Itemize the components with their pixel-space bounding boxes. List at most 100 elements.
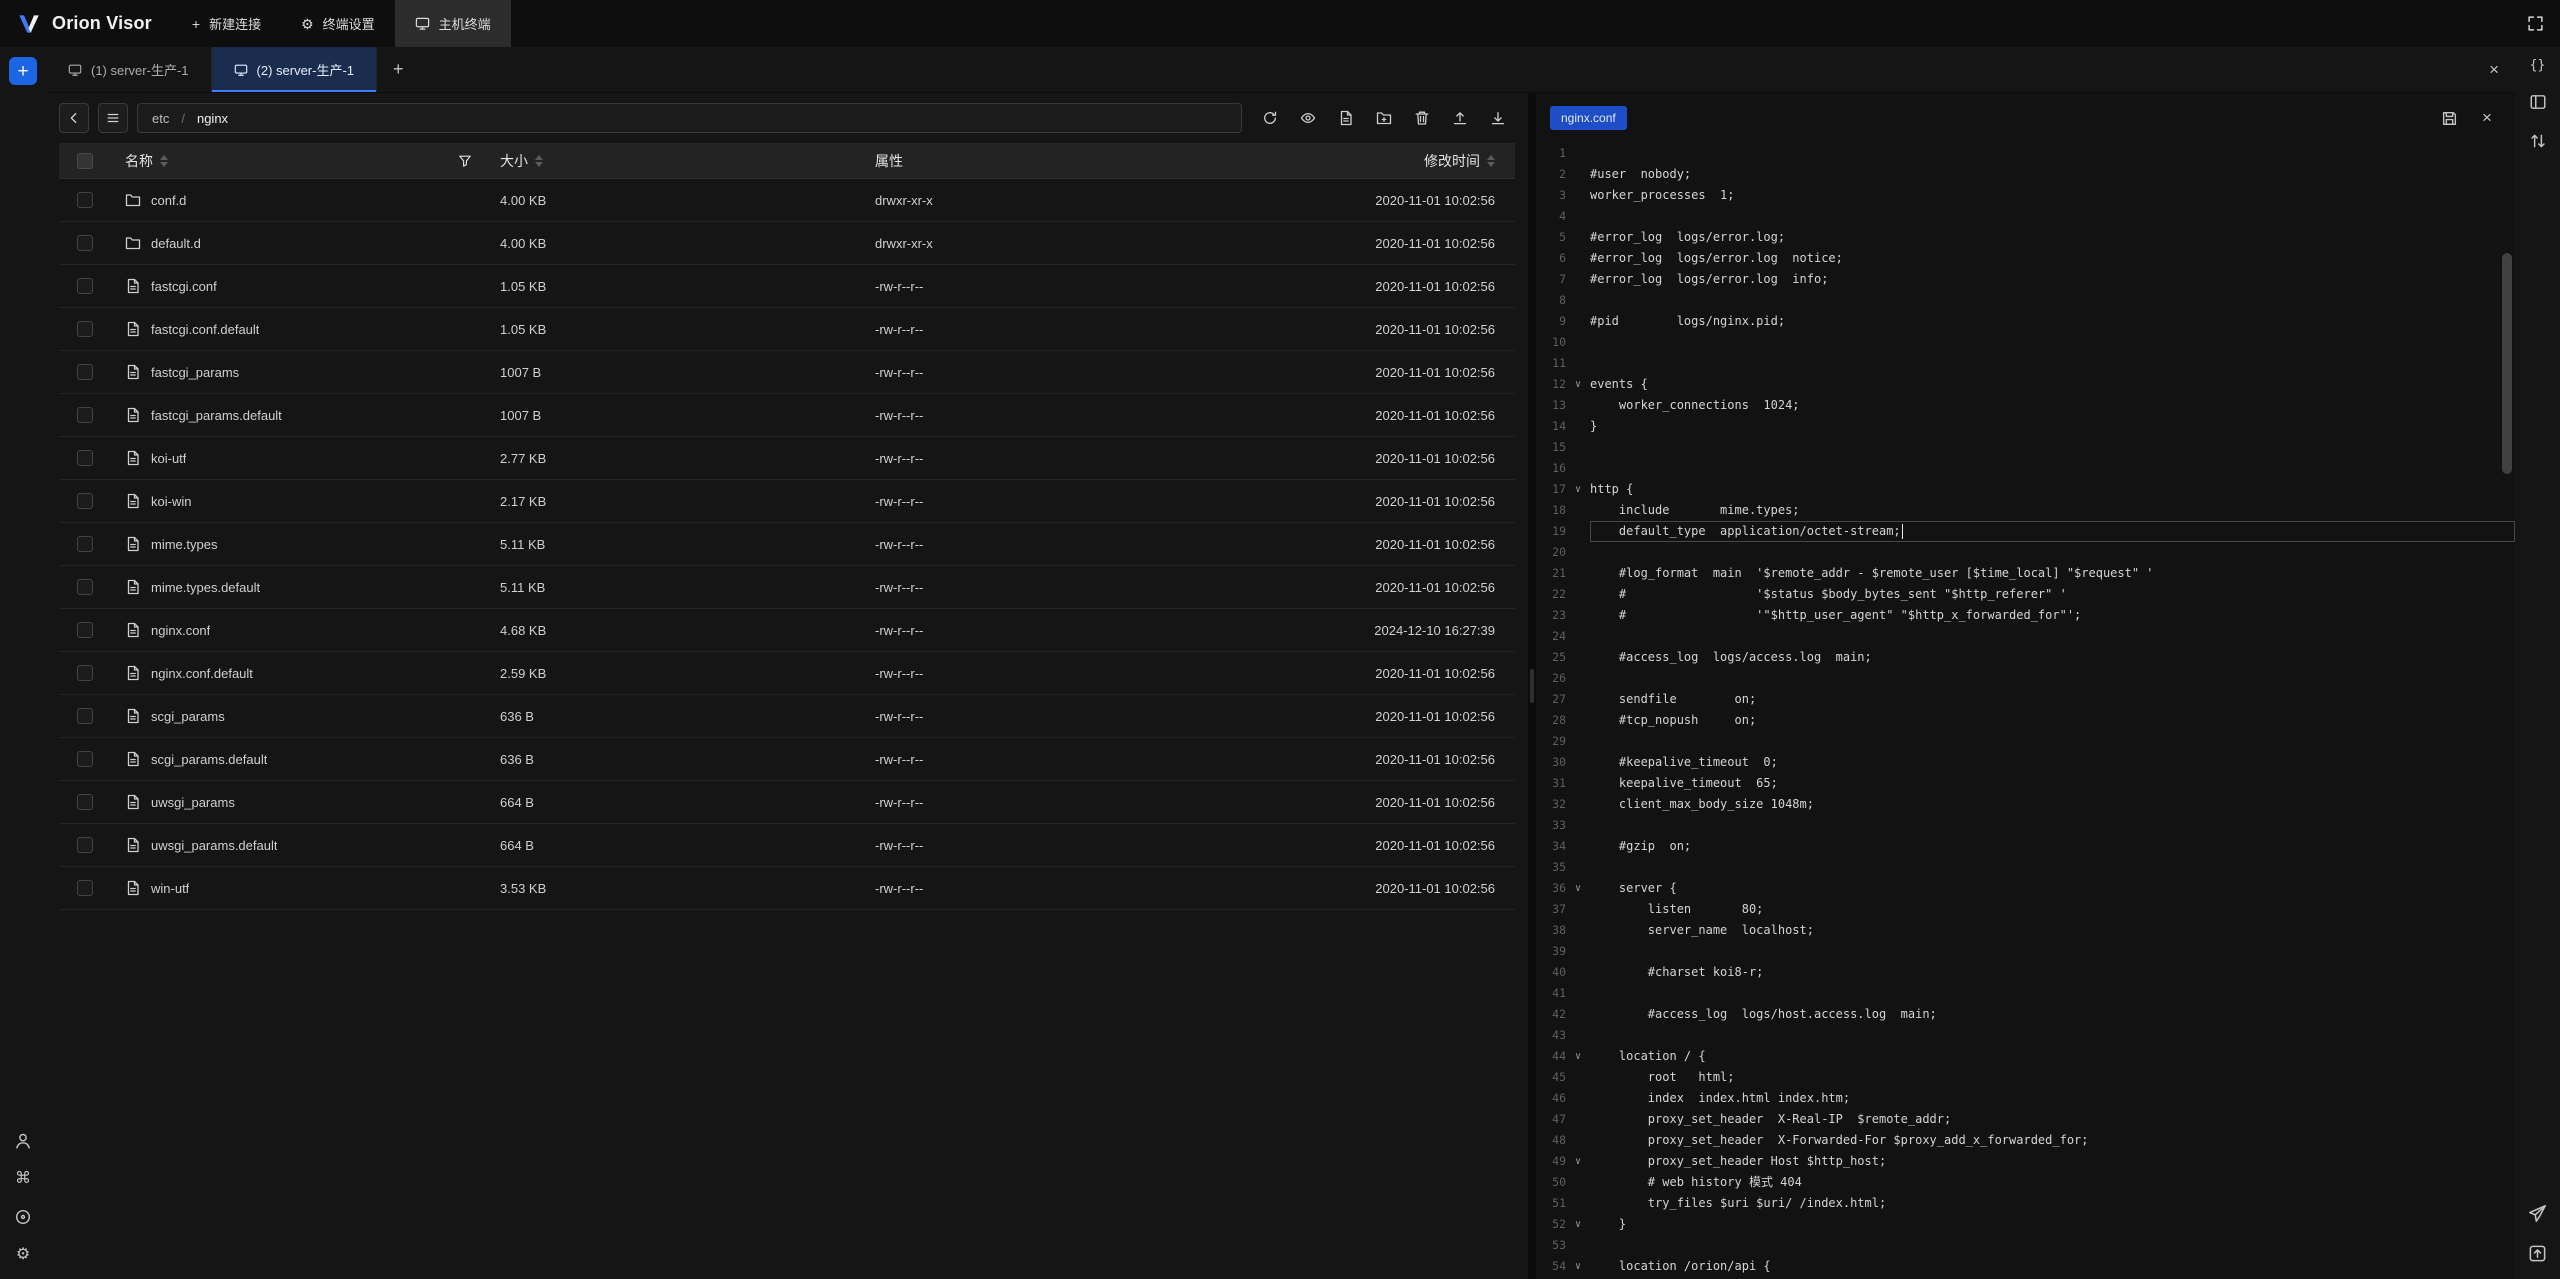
code-text[interactable] [1590,353,2515,374]
code-line[interactable]: 23 # '"$http_user_agent" "$http_x_forwar… [1536,605,2515,626]
code-line[interactable]: 25 #access_log logs/access.log main; [1536,647,2515,668]
column-header-size[interactable]: 大小 [486,151,861,171]
code-line[interactable]: 28 #tcp_nopush on; [1536,710,2515,731]
file-name[interactable]: fastcgi_params [151,365,239,380]
code-line[interactable]: 31 keepalive_timeout 65; [1536,773,2515,794]
code-text[interactable] [1590,668,2515,689]
code-text[interactable] [1590,458,2515,479]
code-line[interactable]: 47 proxy_set_header X-Real-IP $remote_ad… [1536,1109,2515,1130]
code-text[interactable]: #charset koi8-r; [1590,962,2515,983]
code-text[interactable]: #error_log logs/error.log notice; [1590,248,2515,269]
code-line[interactable]: 3worker_processes 1; [1536,185,2515,206]
editor-file-tab[interactable]: nginx.conf [1550,106,1627,130]
code-text[interactable]: #error_log logs/error.log; [1590,227,2515,248]
code-line[interactable]: 30 #keepalive_timeout 0; [1536,752,2515,773]
save-icon[interactable] [2435,104,2463,132]
file-name[interactable]: scgi_params.default [151,752,267,767]
code-text[interactable]: index index.html index.htm; [1590,1088,2515,1109]
menu-terminal-settings[interactable]: ⚙ 终端设置 [281,0,395,47]
code-text[interactable] [1590,143,2515,164]
row-checkbox[interactable] [77,579,93,595]
code-text[interactable]: include mime.types; [1590,500,2515,521]
code-text[interactable]: } [1590,1214,2515,1235]
code-line[interactable]: 42 #access_log logs/host.access.log main… [1536,1004,2515,1025]
code-text[interactable]: #pid logs/nginx.pid; [1590,311,2515,332]
code-line[interactable]: 33 [1536,815,2515,836]
file-name[interactable]: fastcgi_params.default [151,408,282,423]
code-text[interactable]: #access_log logs/host.access.log main; [1590,1004,2515,1025]
file-row[interactable]: uwsgi_params.default 664 B -rw-r--r-- 20… [59,824,1515,867]
code-text[interactable]: #user nobody; [1590,164,2515,185]
file-name[interactable]: koi-win [151,494,191,509]
file-row[interactable]: fastcgi.conf.default 1.05 KB -rw-r--r-- … [59,308,1515,351]
row-checkbox[interactable] [77,407,93,423]
code-line[interactable]: 43 [1536,1025,2515,1046]
code-text[interactable]: server { [1590,878,2515,899]
fold-chevron-icon[interactable]: ∨ [1566,1052,1590,1062]
code-text[interactable]: server_name localhost; [1590,920,2515,941]
code-text[interactable]: proxy_set_header X-Forwarded-For $proxy_… [1590,1130,2515,1151]
sort-carets-icon[interactable] [160,155,168,167]
editor-scrollbar-thumb[interactable] [2502,253,2512,474]
close-editor-icon[interactable]: × [2473,104,2501,132]
user-icon[interactable] [14,1132,32,1150]
code-line[interactable]: 36∨ server { [1536,878,2515,899]
code-line[interactable]: 26 [1536,668,2515,689]
file-name[interactable]: mime.types.default [151,580,260,595]
row-checkbox[interactable] [77,235,93,251]
file-row[interactable]: fastcgi.conf 1.05 KB -rw-r--r-- 2020-11-… [59,265,1515,308]
column-header-attr[interactable]: 属性 [861,151,1301,171]
file-name[interactable]: nginx.conf [151,623,210,638]
code-line[interactable]: 2#user nobody; [1536,164,2515,185]
code-text[interactable]: # '$status $body_bytes_sent "$http_refer… [1590,584,2515,605]
code-line[interactable]: 39 [1536,941,2515,962]
code-line[interactable]: 51 try_files $uri $uri/ /index.html; [1536,1193,2515,1214]
row-checkbox[interactable] [77,278,93,294]
file-name[interactable]: nginx.conf.default [151,666,253,681]
fold-chevron-icon[interactable]: ∨ [1566,1157,1590,1167]
new-file-icon[interactable] [1329,103,1363,133]
code-line[interactable]: 9#pid logs/nginx.pid; [1536,311,2515,332]
code-line[interactable]: 15 [1536,437,2515,458]
close-panel-icon[interactable]: × [2473,47,2515,92]
code-text[interactable] [1590,941,2515,962]
filter-funnel-icon[interactable] [458,154,472,168]
row-checkbox[interactable] [77,665,93,681]
code-text[interactable]: worker_processes 1; [1590,185,2515,206]
breadcrumb-segment[interactable]: nginx [197,111,228,126]
code-line[interactable]: 44∨ location / { [1536,1046,2515,1067]
code-text[interactable] [1590,290,2515,311]
download-icon[interactable] [1481,103,1515,133]
code-line[interactable]: 46 index index.html index.htm; [1536,1088,2515,1109]
code-line[interactable]: 1 [1536,143,2515,164]
file-name[interactable]: win-utf [151,881,189,896]
panel-toggle-icon[interactable] [2529,93,2547,111]
code-text[interactable] [1590,815,2515,836]
code-line[interactable]: 13 worker_connections 1024; [1536,395,2515,416]
sort-carets-icon[interactable] [535,155,543,167]
sort-carets-icon[interactable] [1487,155,1495,167]
fold-chevron-icon[interactable]: ∨ [1566,1262,1590,1272]
code-text[interactable] [1590,542,2515,563]
code-line[interactable]: 38 server_name localhost; [1536,920,2515,941]
code-text[interactable] [1590,332,2515,353]
tab-server-1[interactable]: (1) server-生产-1 [46,47,212,92]
code-text[interactable]: proxy_set_header X-Real-IP $remote_addr; [1590,1109,2515,1130]
file-row[interactable]: uwsgi_params 664 B -rw-r--r-- 2020-11-01… [59,781,1515,824]
row-checkbox[interactable] [77,364,93,380]
export-box-icon[interactable] [2528,1244,2547,1263]
path-breadcrumb[interactable]: etc / nginx [137,103,1242,133]
code-line[interactable]: 41 [1536,983,2515,1004]
code-line[interactable]: 37 listen 80; [1536,899,2515,920]
code-line[interactable]: 14} [1536,416,2515,437]
fold-chevron-icon[interactable]: ∨ [1566,884,1590,894]
code-text[interactable] [1590,857,2515,878]
code-line[interactable]: 40 #charset koi8-r; [1536,962,2515,983]
code-line[interactable]: 34 #gzip on; [1536,836,2515,857]
menu-new-connection[interactable]: + 新建连接 [172,0,281,47]
file-name[interactable]: koi-utf [151,451,186,466]
back-button[interactable] [59,103,89,133]
code-text[interactable] [1590,437,2515,458]
file-row[interactable]: win-utf 3.53 KB -rw-r--r-- 2020-11-01 10… [59,867,1515,910]
row-checkbox[interactable] [77,880,93,896]
